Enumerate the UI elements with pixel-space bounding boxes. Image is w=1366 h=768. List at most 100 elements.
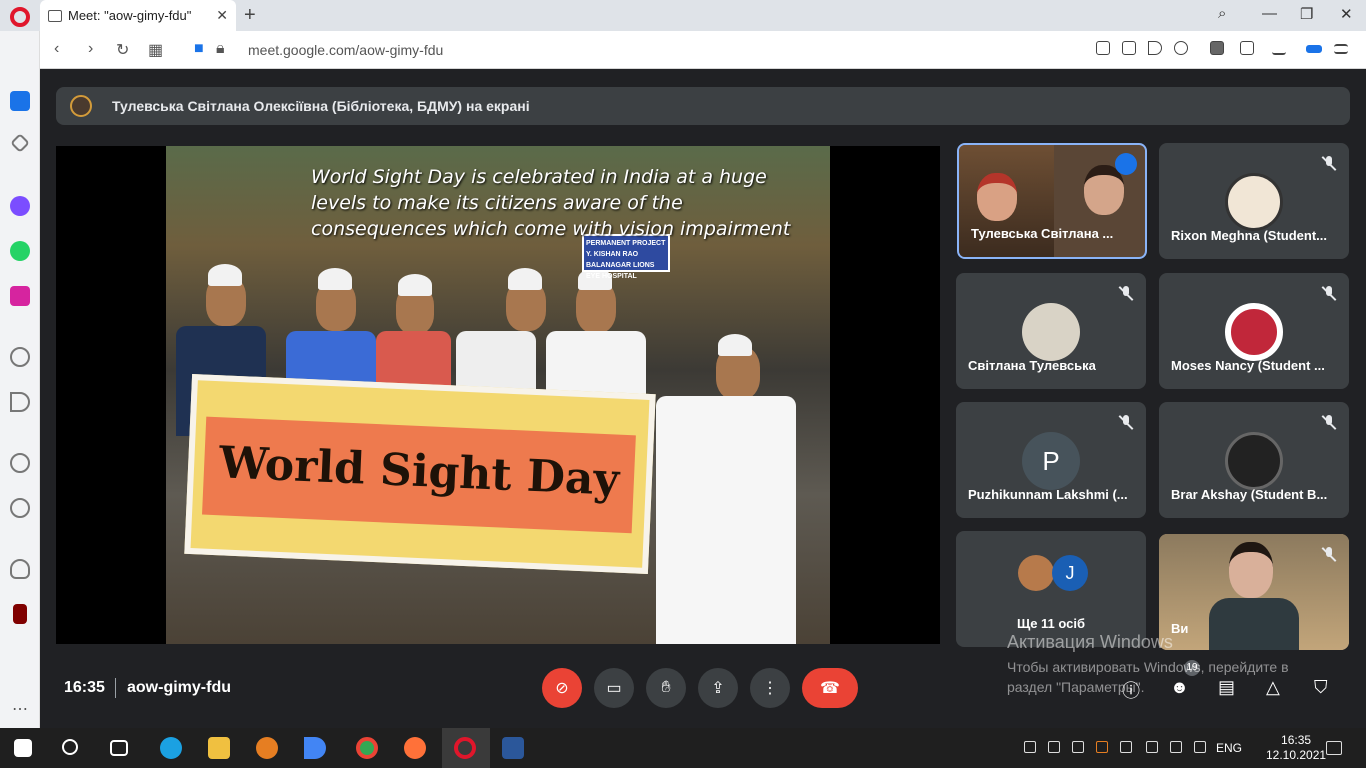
cube-icon[interactable] xyxy=(1240,41,1254,55)
firefox-icon[interactable] xyxy=(404,737,426,759)
present-button[interactable]: ⇪ xyxy=(698,668,738,708)
mic-off-icon xyxy=(1321,285,1337,301)
bookmarks-icon[interactable] xyxy=(10,133,30,153)
participant-name: Світлана Тулевська xyxy=(968,358,1096,373)
download-icon[interactable] xyxy=(1272,41,1286,55)
participant-tile[interactable]: Тулевська Світлана ... xyxy=(957,143,1147,259)
send-icon[interactable] xyxy=(1148,41,1162,55)
reload-icon[interactable]: ↻ xyxy=(116,40,129,60)
minimize-icon[interactable]: — xyxy=(1262,5,1277,22)
heart-sidebar-icon[interactable] xyxy=(10,453,30,473)
file-explorer-icon[interactable] xyxy=(208,737,230,759)
others-tile[interactable]: J Ще 11 осіб xyxy=(956,531,1146,647)
white-cap xyxy=(508,268,542,290)
ublock-sidebar-icon[interactable] xyxy=(13,604,27,624)
participant-tile[interactable]: Brar Akshay (Student B... xyxy=(1159,402,1349,518)
network-tray-icon[interactable] xyxy=(1170,741,1182,753)
avast-tray-icon[interactable] xyxy=(1096,741,1108,753)
banner-red-stripe: World Sight Day xyxy=(202,416,636,534)
send-sidebar-icon[interactable] xyxy=(10,392,30,412)
mic-off-icon: ⊘ xyxy=(555,680,569,697)
history-icon[interactable] xyxy=(10,498,30,518)
participant-face xyxy=(977,173,1017,221)
wifi-tray-icon[interactable] xyxy=(1194,741,1206,753)
white-cap xyxy=(718,334,752,356)
meet-tab-icon xyxy=(48,9,62,22)
forward-icon[interactable]: › xyxy=(88,40,93,58)
edit-icon[interactable] xyxy=(1096,41,1110,55)
participant-avatar xyxy=(1022,303,1080,361)
chrome-icon[interactable] xyxy=(356,737,378,759)
presentation-slide: PERMANENT PROJECT Y. KISHAN RAO BALANAGA… xyxy=(166,146,830,644)
tray-time-value: 16:35 xyxy=(1281,733,1312,747)
language-indicator[interactable]: ENG xyxy=(1216,741,1242,755)
white-cap xyxy=(208,264,242,286)
more-options-button[interactable]: ⋮ xyxy=(750,668,790,708)
present-screen-icon: ⇪ xyxy=(711,680,725,697)
participant-name: Rixon Meghna (Student... xyxy=(1171,228,1327,243)
instagram-icon[interactable] xyxy=(10,286,30,306)
windows-start-icon[interactable] xyxy=(14,739,32,757)
lightbulb-icon[interactable] xyxy=(10,559,30,579)
tabs-grid-icon[interactable]: ▦ xyxy=(148,40,163,60)
opera-sidebar: ⋯ xyxy=(0,31,40,728)
url-field[interactable]: meet.google.com/aow-gimy-fdu xyxy=(248,42,443,58)
word-icon[interactable] xyxy=(502,737,524,759)
participant-tile[interactable]: Світлана Тулевська xyxy=(956,273,1146,389)
play-icon[interactable] xyxy=(304,737,326,759)
app-tray-icon[interactable] xyxy=(1120,741,1132,753)
opera-taskbar-icon[interactable] xyxy=(454,737,476,759)
volume-tray-icon[interactable] xyxy=(1072,741,1084,753)
new-tab-icon[interactable]: + xyxy=(244,4,256,27)
more-icon[interactable]: ⋯ xyxy=(10,699,30,719)
leave-call-button[interactable]: ☎ xyxy=(802,668,858,708)
participant-tile[interactable]: P Puzhikunnam Lakshmi (... xyxy=(956,402,1146,518)
edge-icon[interactable] xyxy=(160,737,182,759)
search-icon[interactable]: ⌕ xyxy=(1218,5,1226,22)
messenger-icon[interactable] xyxy=(10,196,30,216)
mic-toggle-button[interactable]: ⊘ xyxy=(542,668,582,708)
opera-logo-icon[interactable] xyxy=(10,7,30,27)
participant-avatar xyxy=(1225,303,1283,361)
restore-icon[interactable]: ❐ xyxy=(1300,5,1313,23)
close-window-icon[interactable]: ✕ xyxy=(1340,5,1353,23)
back-icon[interactable]: ‹ xyxy=(54,40,59,58)
mic-off-icon xyxy=(1118,285,1134,301)
app-icon[interactable] xyxy=(256,737,278,759)
presentation-stage[interactable]: PERMANENT PROJECT Y. KISHAN RAO BALANAGA… xyxy=(56,146,940,644)
lock-icon[interactable]: 🔒︎ xyxy=(216,40,225,58)
participant-avatar xyxy=(1225,432,1283,490)
divider xyxy=(115,678,116,698)
system-clock[interactable]: 16:35 12.10.2021 xyxy=(1266,733,1326,763)
camera-icon: ▭ xyxy=(606,680,622,697)
camera-toggle-button[interactable]: ▭ xyxy=(594,668,634,708)
windows-taskbar: ENG 16:35 12.10.2021 xyxy=(0,728,1366,768)
participant-tile[interactable]: Rixon Meghna (Student... xyxy=(1159,143,1349,259)
menu-icon[interactable] xyxy=(1334,44,1348,54)
raise-hand-button[interactable]: ✋︎ xyxy=(646,668,686,708)
browser-tab[interactable]: Meet: "aow-gimy-fdu" ✕ xyxy=(40,0,236,31)
mic-tray-icon[interactable] xyxy=(1024,741,1036,753)
participant-avatar: P xyxy=(1022,432,1080,490)
meeting-code[interactable]: aow-gimy-fdu xyxy=(127,679,231,697)
snapshot-icon[interactable] xyxy=(1122,41,1136,55)
participant-face xyxy=(1084,165,1124,215)
participant-tile[interactable]: Moses Nancy (Student ... xyxy=(1159,273,1349,389)
whatsapp-icon[interactable] xyxy=(10,241,30,261)
white-cap xyxy=(318,268,352,290)
player-icon[interactable] xyxy=(10,347,30,367)
camera-indicator-icon[interactable]: ■ xyxy=(194,40,204,58)
tab-title: Meet: "aow-gimy-fdu" xyxy=(68,8,192,23)
close-tab-icon[interactable]: ✕ xyxy=(216,7,228,24)
participant-avatar: J xyxy=(1052,555,1088,591)
battery-icon[interactable] xyxy=(1306,45,1322,53)
ublock-icon[interactable] xyxy=(1210,41,1224,55)
defender-tray-icon[interactable] xyxy=(1048,741,1060,753)
home-icon[interactable] xyxy=(10,91,30,111)
self-face xyxy=(1229,542,1273,598)
battery-tray-icon[interactable] xyxy=(1146,741,1158,753)
heart-icon[interactable] xyxy=(1174,41,1188,55)
notifications-icon[interactable] xyxy=(1326,741,1342,755)
task-view-icon[interactable] xyxy=(110,740,128,756)
search-taskbar-icon[interactable] xyxy=(62,739,78,755)
